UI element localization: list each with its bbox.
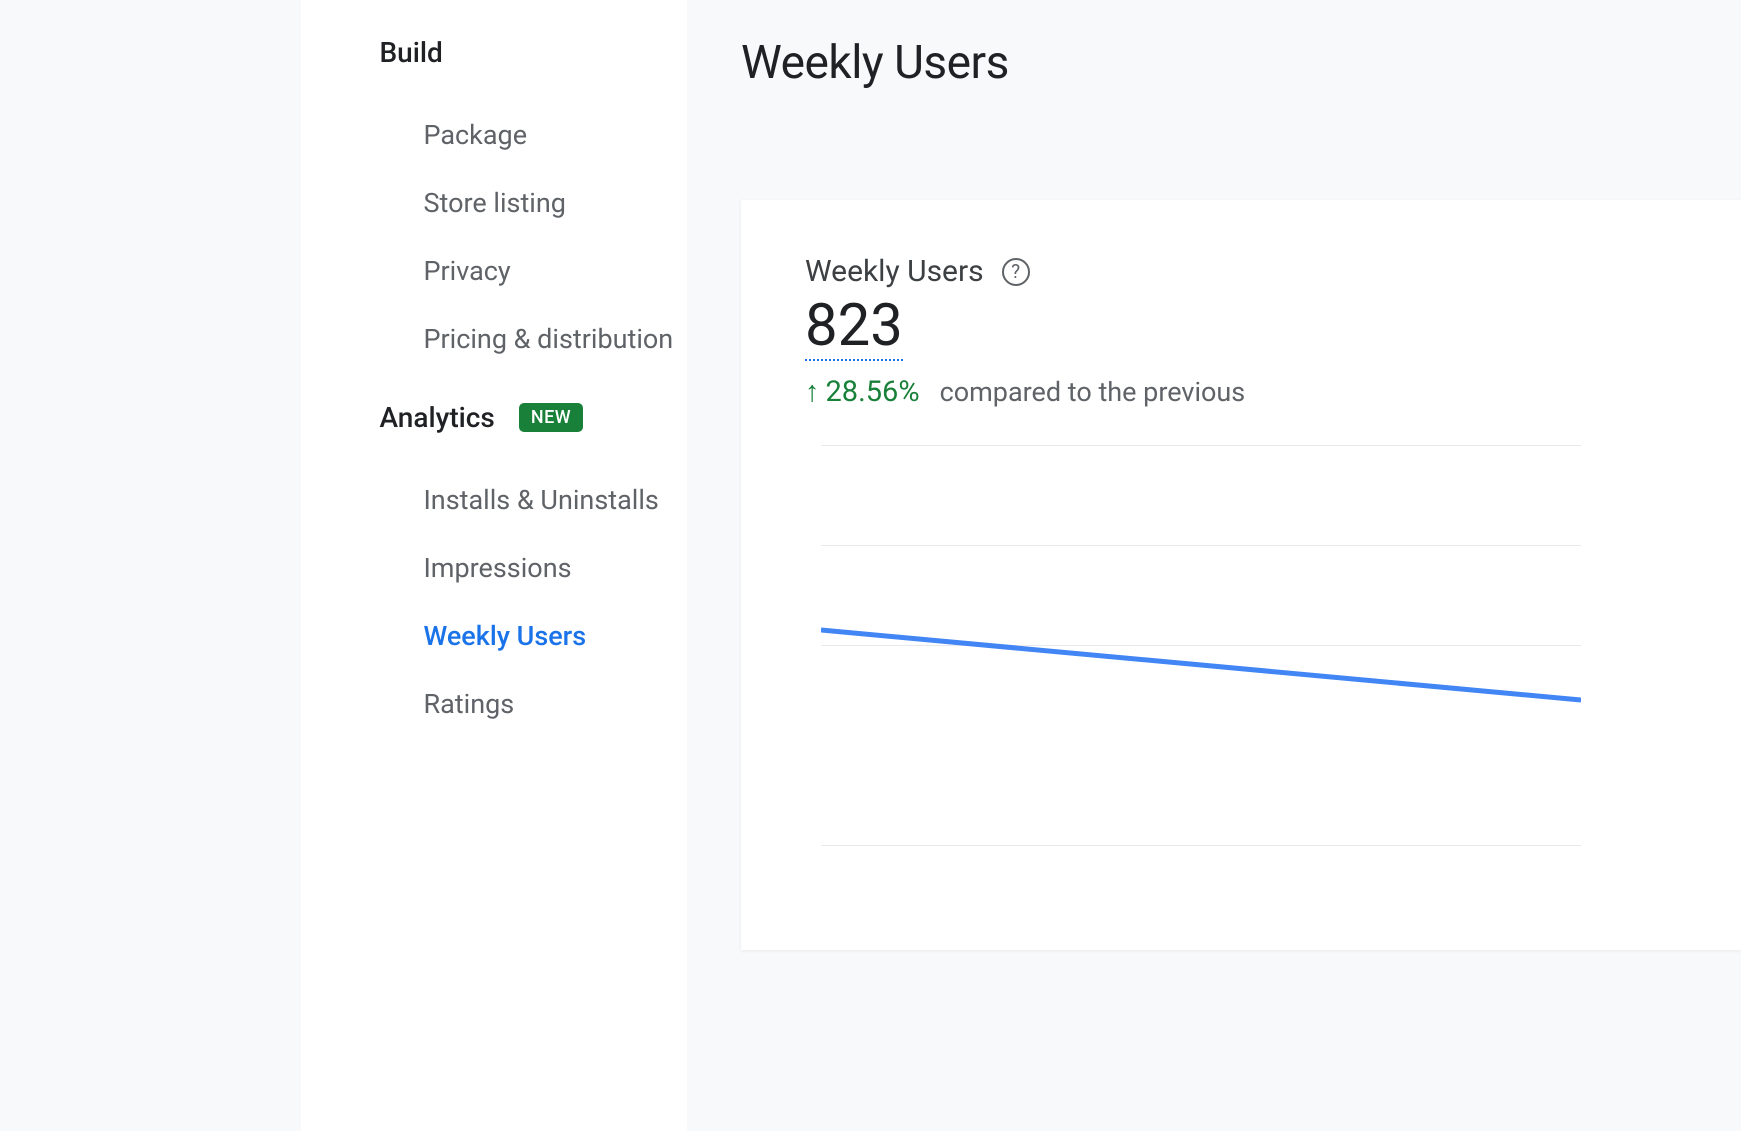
sidebar-item-label: Installs & Uninstalls [423, 484, 658, 516]
sidebar-item-privacy[interactable]: Privacy [379, 237, 687, 305]
sidebar-item-label: Ratings [423, 688, 514, 720]
page-title: Weekly Users [741, 36, 1741, 90]
sidebar-section-build: Build [379, 36, 687, 69]
left-spacer [0, 0, 301, 1131]
weekly-users-card: Weekly Users ? 823 ↑ 28.56% compared to … [741, 200, 1741, 950]
card-header: Weekly Users ? [805, 254, 1741, 289]
change-pct-value: 28.56% [826, 375, 920, 409]
metric-value: 823 [805, 295, 903, 361]
chart-series-line [821, 630, 1581, 700]
sidebar-item-installs-uninstalls[interactable]: Installs & Uninstalls [379, 466, 687, 534]
sidebar-item-pricing-distribution[interactable]: Pricing & distribution [379, 305, 687, 373]
sidebar-item-impressions[interactable]: Impressions [379, 534, 687, 602]
arrow-up-icon: ↑ [805, 375, 820, 409]
new-badge: NEW [519, 403, 583, 432]
change-percentage: ↑ 28.56% [805, 375, 920, 409]
help-icon[interactable]: ? [1002, 258, 1030, 286]
weekly-users-chart [821, 445, 1581, 865]
sidebar-item-label: Impressions [423, 552, 571, 584]
change-row: ↑ 28.56% compared to the previous [805, 375, 1741, 409]
chart-line-svg [821, 445, 1581, 865]
sidebar-item-label: Pricing & distribution [423, 323, 673, 355]
sidebar-item-label: Weekly Users [423, 620, 586, 652]
main-content: Weekly Users Weekly Users ? 823 ↑ 28.56%… [687, 0, 1741, 1131]
sidebar-item-label: Privacy [423, 255, 510, 287]
sidebar-item-package[interactable]: Package [379, 101, 687, 169]
sidebar-item-label: Package [423, 119, 527, 151]
sidebar: Build Package Store listing Privacy Pric… [301, 0, 687, 1131]
sidebar-section-build-label: Build [379, 36, 442, 69]
sidebar-section-analytics: Analytics NEW [379, 401, 687, 434]
sidebar-item-label: Store listing [423, 187, 565, 219]
sidebar-item-store-listing[interactable]: Store listing [379, 169, 687, 237]
card-title: Weekly Users [805, 254, 984, 289]
change-comparison-label: compared to the previous [940, 376, 1246, 408]
sidebar-item-weekly-users[interactable]: Weekly Users [379, 602, 687, 670]
sidebar-section-analytics-label: Analytics [379, 401, 494, 434]
sidebar-item-ratings[interactable]: Ratings [379, 670, 687, 738]
